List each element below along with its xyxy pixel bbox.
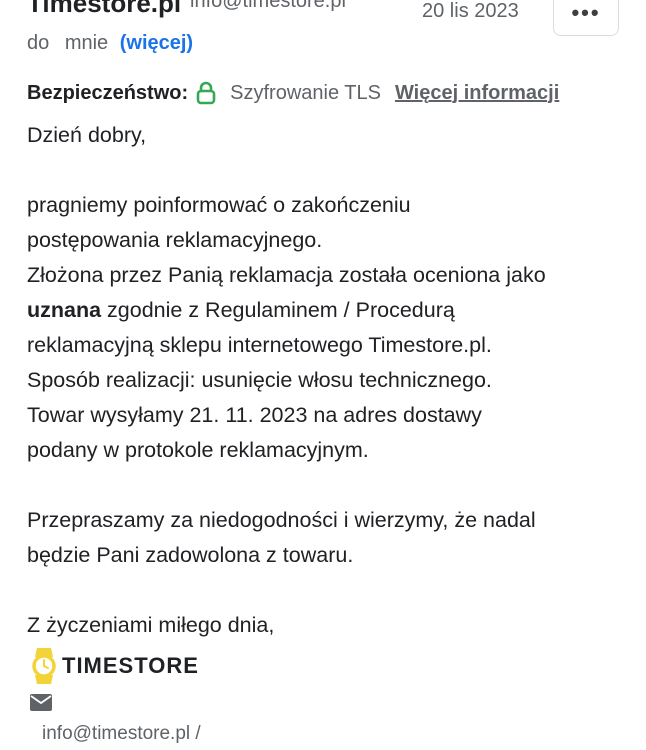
- body-line: Przepraszamy za niedogodności i wierzymy…: [27, 508, 536, 532]
- body-line: reklamacyjną sklepu internetowego Timest…: [27, 333, 492, 357]
- recipient-value: mnie: [64, 32, 109, 54]
- show-details-link[interactable]: (więcej): [120, 32, 193, 54]
- closing-line: Z życzeniami miłego dnia,: [27, 613, 275, 637]
- body-line: pragniemy poinformować o zakończeniu: [27, 193, 411, 217]
- encryption-text: Szyfrowanie TLS: [230, 81, 381, 104]
- body-line: Złożona przez Panią reklamacja została o…: [27, 263, 546, 287]
- signature-email[interactable]: info@timestore.pl /: [42, 723, 201, 745]
- greeting: Dzień dobry,: [27, 123, 147, 147]
- body-line: uznana zgodnie z Regulaminem / Procedurą: [27, 293, 627, 328]
- body-line: Towar wysyłamy 21. 11. 2023 na adres dos…: [27, 403, 482, 427]
- more-info-link[interactable]: Więcej informacji: [395, 82, 559, 105]
- sender-email[interactable]: info@timestore.pl: [190, 0, 346, 13]
- body-line: Sposób realizacji: usunięcie włosu techn…: [27, 368, 492, 392]
- email-header: Timestore.pl info@timestore.pl 20 lis 20…: [0, 0, 646, 110]
- envelope-icon: [30, 694, 52, 711]
- logo-text: TIMESTORE: [62, 653, 199, 678]
- watch-icon: [32, 648, 56, 684]
- body-line: postępowania reklamacyjnego.: [27, 228, 323, 252]
- body-line: podany w protokole reklamacyjnym.: [27, 438, 369, 462]
- body-line-rest: zgodnie z Regulaminem / Procedurą: [101, 298, 455, 322]
- email-date: 20 lis 2023: [422, 0, 519, 22]
- email-body: Dzień dobry, pragniemy poinformować o za…: [27, 118, 627, 643]
- more-options-button[interactable]: •••: [553, 0, 619, 36]
- status-bold: uznana: [27, 298, 102, 322]
- sender-name[interactable]: Timestore.pl: [27, 0, 181, 19]
- lock-icon: [196, 81, 216, 105]
- security-label: Bezpieczeństwo:: [27, 81, 189, 104]
- recipient-row: do mnie (więcej): [27, 32, 193, 55]
- security-row: Bezpieczeństwo: Szyfrowanie TLS Więcej i…: [27, 80, 627, 106]
- body-line: będzie Pani zadowolona z towaru.: [27, 543, 354, 567]
- timestore-logo: TIMESTORE: [30, 646, 199, 686]
- to-label: do: [27, 32, 50, 54]
